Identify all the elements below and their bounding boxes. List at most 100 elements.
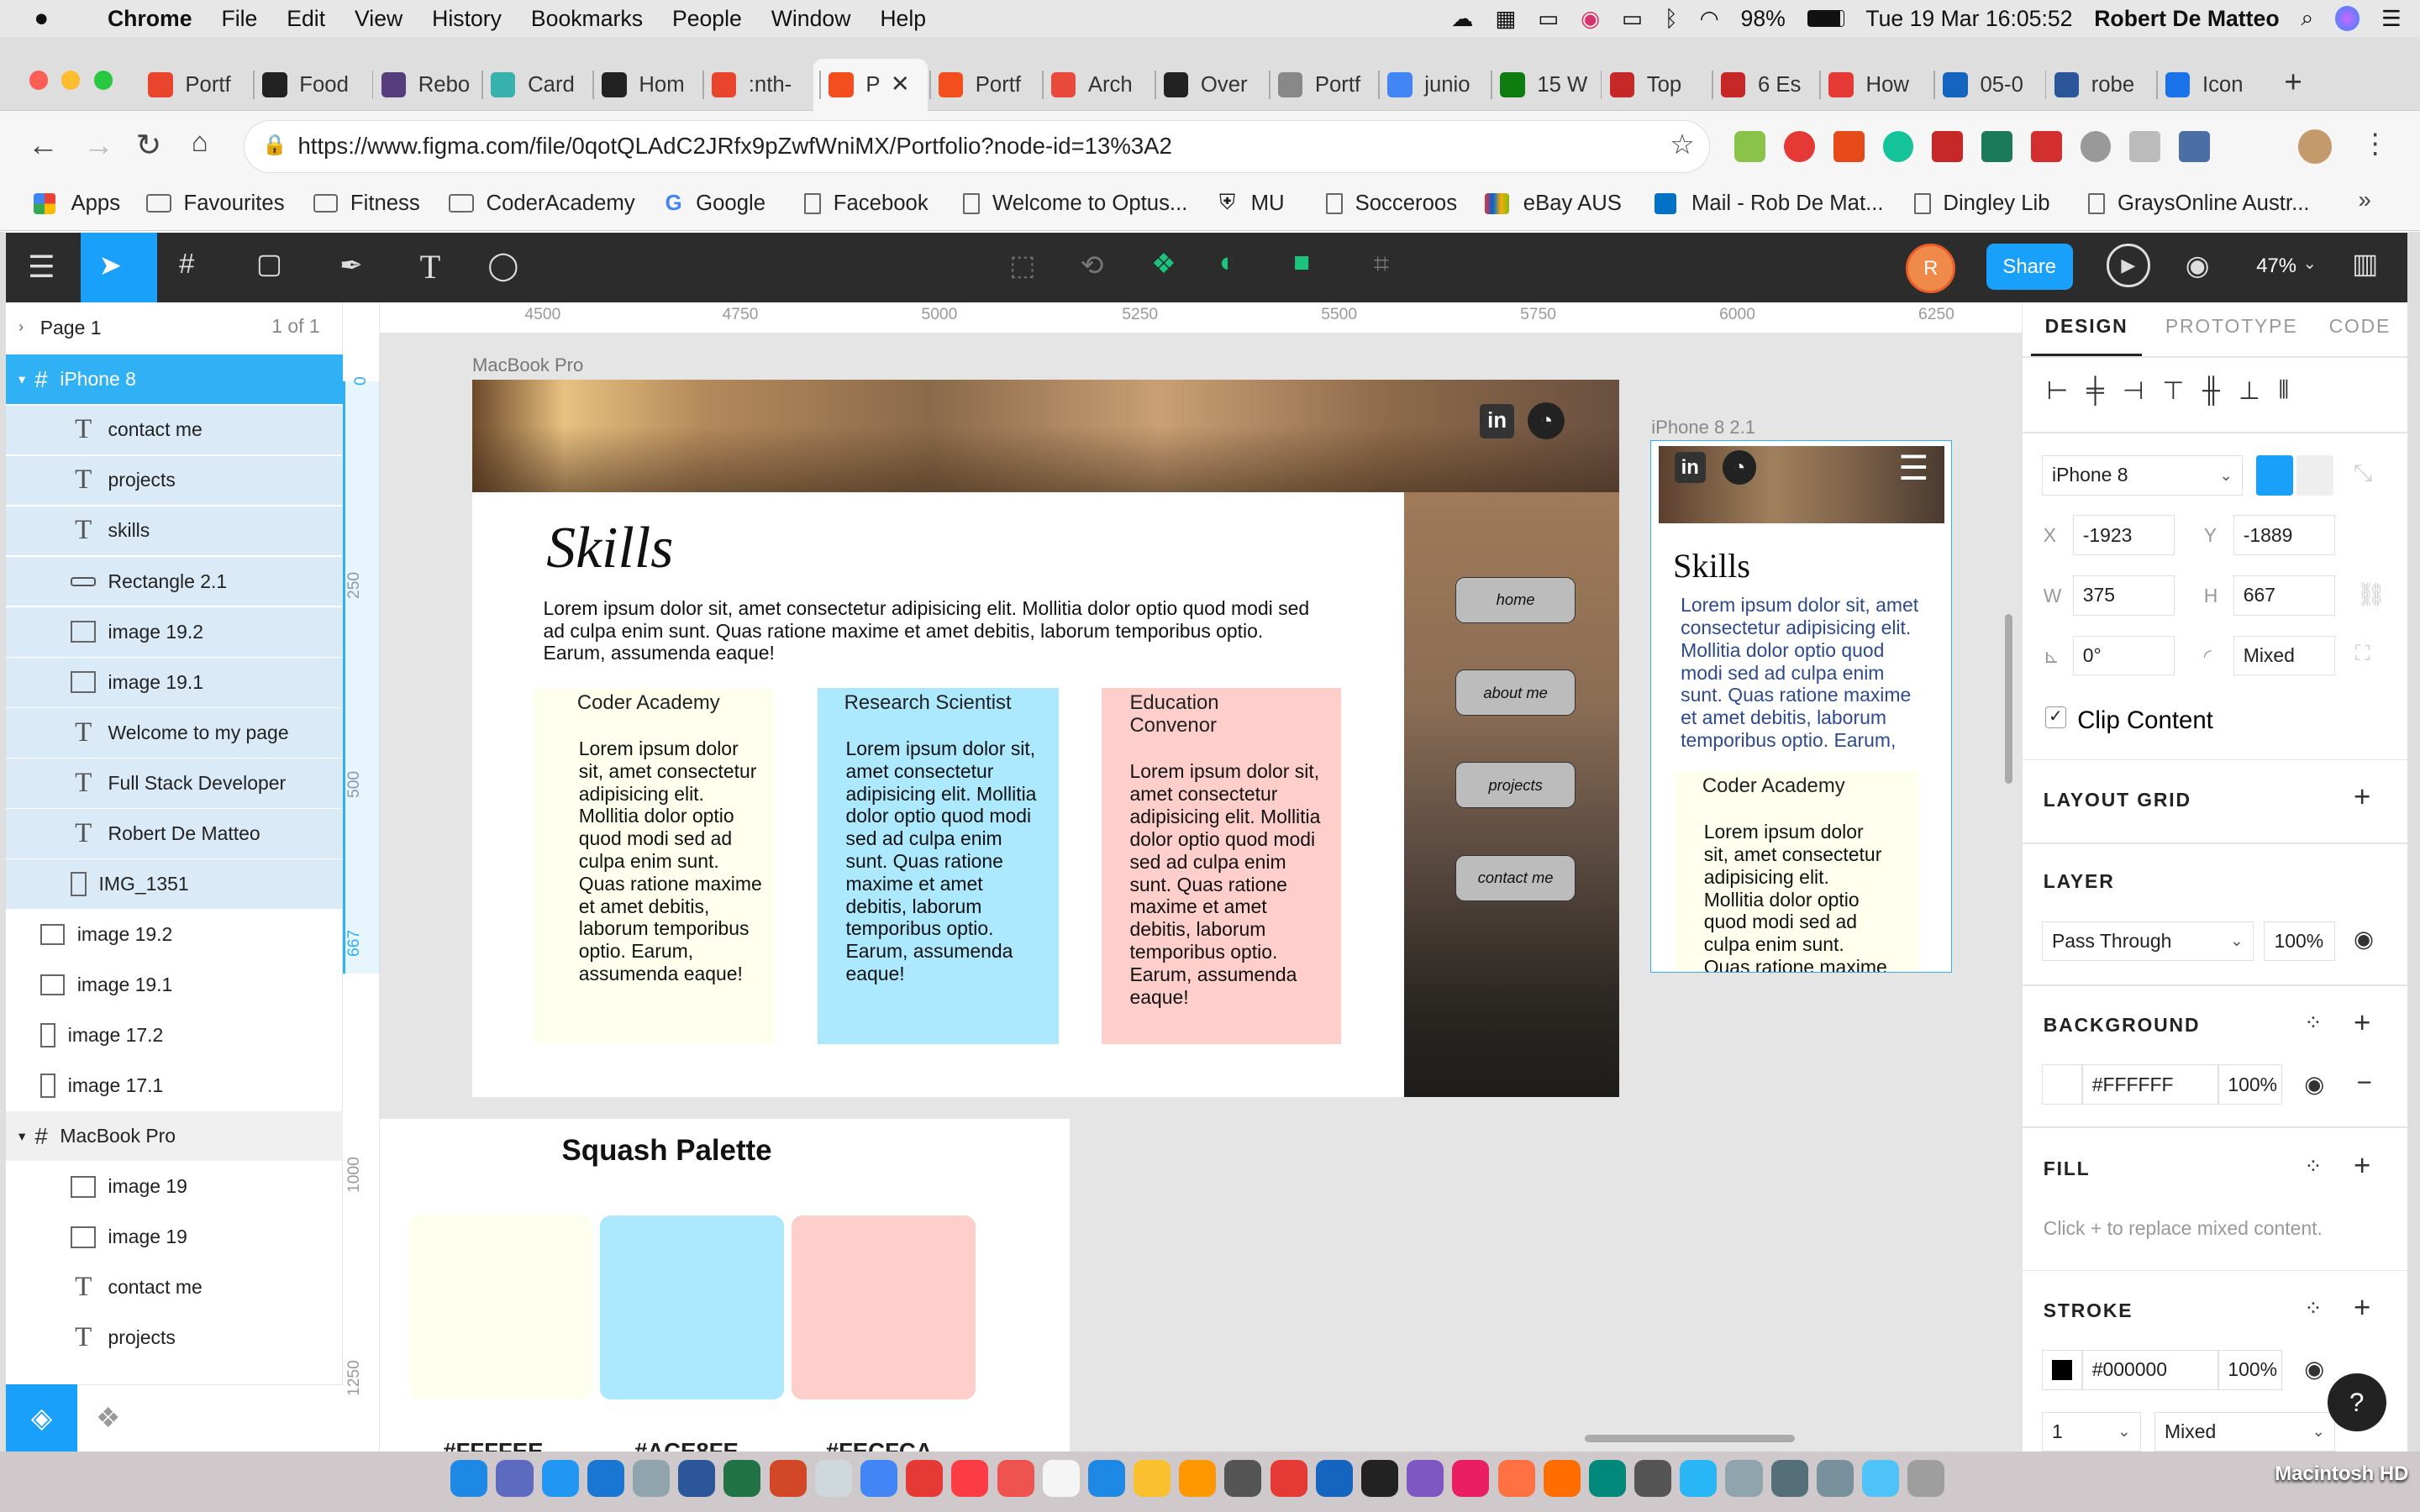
layers-tab-button[interactable]: ◈ [6, 1383, 77, 1452]
color-swatch[interactable] [600, 1215, 785, 1399]
bookmark-mu[interactable]: ⛨ MU [1219, 186, 1285, 220]
bookmark-graysonline[interactable]: GraysOnline Austr... [2088, 186, 2310, 220]
home-icon[interactable]: ⌂ [192, 127, 208, 159]
dock-firefox-icon[interactable] [1543, 1459, 1581, 1497]
macbook-frame-label[interactable]: MacBook Pro [472, 354, 583, 376]
palette-title[interactable]: Squash Palette [562, 1134, 772, 1168]
background-styles-icon[interactable]: ⁘ [2304, 1011, 2323, 1036]
iphone-intro[interactable]: Lorem ipsum dolor sit, amet consectetur … [1681, 594, 1928, 752]
close-window-button[interactable] [29, 71, 48, 90]
browser-tab[interactable]: 6 Es [1720, 59, 1844, 111]
spotlight-icon[interactable]: ⌕ [2301, 5, 2313, 32]
frame-tool-icon[interactable]: # [179, 249, 194, 281]
layer-row[interactable]: image 19.2 [6, 910, 342, 959]
mask-icon[interactable]: ◐ [1219, 247, 1236, 279]
stroke-swatch[interactable] [2041, 1350, 2082, 1390]
share-button[interactable]: Share [1986, 244, 2073, 291]
dock-icloud-icon[interactable] [587, 1459, 624, 1497]
bookmark-favourites[interactable]: Favourites [146, 186, 285, 220]
power-extension-icon[interactable] [1784, 131, 1815, 162]
layer-row[interactable]: Tprojects [6, 455, 343, 506]
dock-preferences-icon[interactable] [1634, 1459, 1672, 1497]
dock-photobooth-icon[interactable] [997, 1459, 1034, 1497]
stroke-position-select[interactable]: Mixed ⌄ [2154, 1411, 2335, 1452]
fill-styles-icon[interactable]: ⁘ [2304, 1154, 2323, 1179]
hamburger-menu-icon[interactable]: ☰ [28, 249, 55, 285]
add-background-icon[interactable]: + [2354, 1006, 2370, 1040]
layer-row[interactable]: image 19.1 [6, 960, 342, 1010]
tab-code[interactable]: CODE [2329, 315, 2391, 338]
tab-prototype[interactable]: PROTOTYPE [2165, 315, 2298, 338]
bookmark-ebay[interactable]: eBay AUS [1484, 186, 1622, 220]
horizontal-scrollbar[interactable] [1585, 1435, 1796, 1443]
layer-row[interactable]: ▾ # MacBook Pro [6, 1111, 343, 1162]
layer-row[interactable]: ▾ # iPhone 8 [6, 354, 343, 405]
layer-row[interactable]: T Welcome to my page [6, 707, 343, 758]
rectangle-tool-icon[interactable]: ▢ [256, 247, 282, 281]
dock-messages-icon[interactable] [1179, 1459, 1217, 1497]
browser-tab[interactable]: P [829, 59, 915, 111]
zoom-level[interactable]: 47% [2256, 255, 2296, 278]
background-visibility-icon[interactable]: ◉ [2304, 1071, 2324, 1098]
user-avatar[interactable]: R [1906, 244, 1956, 293]
align-hcenter-icon[interactable]: ╪ [2086, 376, 2104, 407]
zoom-chevron-icon[interactable]: ⌄ [2302, 253, 2317, 274]
bluetooth-icon[interactable]: ᛒ [1665, 6, 1678, 32]
bookmark-mail[interactable]: Mail - Rob De Mat... [1654, 186, 1884, 220]
iphone-frame-label[interactable]: iPhone 8 2.1 [1651, 417, 1755, 438]
background-opacity-field[interactable]: 100% [2217, 1064, 2283, 1105]
skills-heading[interactable]: Skills [546, 515, 673, 582]
h-field[interactable]: 667 [2233, 575, 2335, 616]
record-icon[interactable]: ◉ [1581, 6, 1600, 32]
dock-slack-icon[interactable] [1452, 1459, 1490, 1497]
background-hex-field[interactable]: #FFFFFF [2081, 1064, 2220, 1105]
nav-projects-button[interactable]: projects [1455, 762, 1576, 809]
page-name[interactable]: Page 1 [40, 317, 102, 339]
dock-safari-icon[interactable] [541, 1459, 579, 1497]
layer-row[interactable]: image 19 [6, 1212, 342, 1262]
text-tool-icon[interactable]: T [420, 247, 441, 286]
browser-tab[interactable]: Icon [2165, 59, 2298, 111]
color-swatch[interactable] [408, 1215, 593, 1399]
align-left-icon[interactable]: ⊢ [2046, 376, 2068, 407]
dock-powerpoint-icon[interactable] [769, 1459, 807, 1497]
add-layout-grid-icon[interactable]: + [2354, 780, 2370, 814]
align-bottom-icon[interactable]: ⊥ [2238, 376, 2260, 407]
menu-help[interactable]: Help [880, 6, 926, 32]
s-extension-icon[interactable] [1981, 131, 2012, 162]
dock-swift-icon[interactable] [1497, 1459, 1535, 1497]
chevron-down-icon[interactable]: ▾ [18, 371, 25, 388]
page-chevron-icon[interactable]: › [18, 318, 24, 336]
bookmark-facebook[interactable]: Facebook [803, 186, 929, 220]
menu-file[interactable]: File [221, 6, 257, 32]
stroke-styles-icon[interactable]: ⁘ [2304, 1296, 2323, 1321]
dock-news-icon[interactable] [906, 1459, 944, 1497]
transform-icon[interactable]: ⬚ [1009, 249, 1035, 282]
bookmark-optus[interactable]: Welcome to Optus... [963, 186, 1187, 220]
pen-tool-icon[interactable]: ✒ [339, 249, 363, 282]
crop-icon[interactable]: ⌗ [1374, 249, 1390, 281]
notification-center-icon[interactable]: ☰ [2381, 6, 2402, 32]
rotation-field[interactable]: 0° [2072, 635, 2175, 676]
layer-row[interactable]: image 19.2 [6, 606, 343, 657]
dock-slack-like-icon[interactable] [814, 1459, 852, 1497]
bookmark-dingley[interactable]: Dingley Lib [1913, 186, 2050, 220]
comment-tool-icon[interactable]: ◯ [487, 249, 518, 282]
dock-downloads-icon[interactable] [1861, 1459, 1900, 1497]
layer-row[interactable]: Tskills [6, 506, 343, 556]
zoom-window-button[interactable] [94, 71, 113, 90]
browser-tab[interactable]: :nth- [711, 59, 841, 111]
iphone-github-icon[interactable]: ◔ [1722, 450, 1757, 485]
help-button[interactable]: ? [2327, 1373, 2386, 1432]
back-icon[interactable]: ← [28, 128, 59, 163]
layer-opacity-field[interactable]: 100% [2264, 921, 2335, 962]
w-field[interactable]: 375 [2072, 575, 2175, 616]
menu-window[interactable]: Window [771, 6, 851, 32]
nav-about-button[interactable]: about me [1455, 669, 1576, 717]
bookmark-google[interactable]: G Google [666, 186, 765, 220]
x-field[interactable]: -1923 [2072, 515, 2175, 556]
menu-bookmarks[interactable]: Bookmarks [531, 6, 643, 32]
arc-extension-icon[interactable] [2080, 131, 2112, 162]
landscape-button[interactable] [2296, 454, 2334, 496]
dock-terminal-icon[interactable] [1360, 1459, 1399, 1497]
